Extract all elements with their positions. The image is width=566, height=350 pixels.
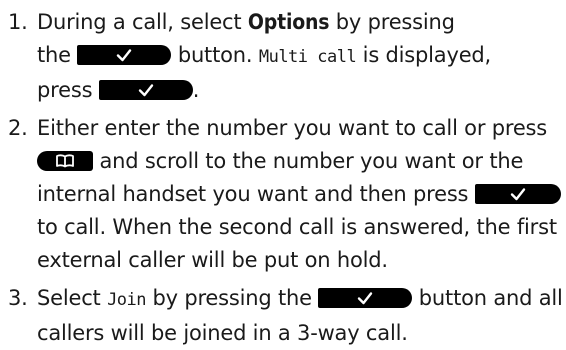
step-text: press [37,78,99,102]
step-text: button and all [412,286,563,310]
options-label: Options [247,10,330,34]
step-text: the [37,43,78,67]
step-text: by pressing the [146,286,319,310]
step-text: Either enter the number you want to call… [37,116,548,140]
step-3: 3. Select Join by pressing the button an… [0,282,566,350]
step-text: callers will be joined in a 3-way call. [37,321,408,345]
step-text: is displayed, [356,43,492,67]
step-text: and scroll to the number you want or the [93,149,524,173]
phonebook-key-icon [37,151,93,171]
step-text: . [192,78,200,102]
step-2: 2. Either enter the number you want to c… [0,112,566,277]
step-text: Select [37,286,108,310]
display-text-multi-call: Multi call [258,47,357,67]
checkmark-softkey-icon [77,45,172,65]
checkmark-softkey-icon [98,80,193,100]
step-text: During a call, select [37,10,248,34]
display-text-join: Join [107,290,147,310]
instruction-steps: 1. During a call, select Options by pres… [0,0,566,350]
step-number: 3. [8,286,28,310]
step-number: 2. [8,116,28,140]
step-text: internal handset you want and then press [37,182,475,206]
step-text: external caller will be put on hold. [37,248,388,272]
step-number: 1. [8,10,28,34]
step-text: button. [171,43,259,67]
step-text: by pressing [329,10,455,34]
step-1: 1. During a call, select Options by pres… [0,6,566,107]
checkmark-softkey-icon [474,184,561,204]
step-text: to call. When the second call is answere… [37,215,557,239]
checkmark-softkey-icon [318,288,413,308]
